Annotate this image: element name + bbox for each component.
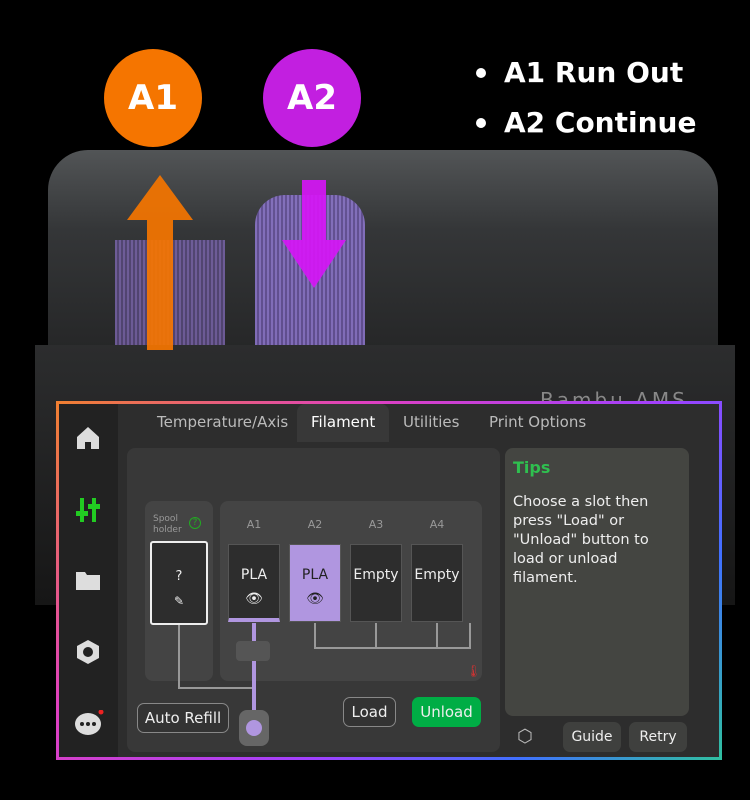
bullet-text: A1 Run Out <box>504 56 684 89</box>
home-icon[interactable] <box>74 424 102 452</box>
bullet-a1: A1 Run Out <box>476 56 683 89</box>
bullet-text: A2 Continue <box>504 106 697 139</box>
tab-filament[interactable]: Filament <box>297 404 390 442</box>
nozzle-icon[interactable]: ⬡ <box>517 726 533 747</box>
tab-temperature-axis[interactable]: Temperature/Axis <box>145 404 300 442</box>
chat-icon[interactable] <box>74 709 104 738</box>
sliders-icon[interactable] <box>74 496 102 524</box>
badge-a2: A2 <box>263 49 361 147</box>
hex-nut-icon[interactable] <box>74 638 102 666</box>
printer-screen: Temperature/Axis Filament Utilities Prin… <box>56 401 722 760</box>
tips-text: Choose a slot then press "Load" or "Unlo… <box>513 494 649 586</box>
filament-panel: Spool holder ? ? ✎ A1 A2 A3 A4 PLA 👁 PLA 👁… <box>127 448 500 752</box>
bullet-a2: A2 Continue <box>476 106 696 139</box>
down-arrow-icon <box>282 180 346 288</box>
retry-button[interactable]: Retry <box>629 722 687 752</box>
up-arrow-icon <box>127 175 193 350</box>
auto-refill-button[interactable]: Auto Refill <box>137 703 229 733</box>
tips-title: Tips <box>513 458 551 477</box>
tab-print-options[interactable]: Print Options <box>477 404 598 442</box>
guide-button[interactable]: Guide <box>563 722 621 752</box>
tab-utilities[interactable]: Utilities <box>391 404 471 442</box>
sidebar <box>59 404 118 757</box>
unload-button[interactable]: Unload <box>412 697 481 727</box>
load-button[interactable]: Load <box>343 697 396 727</box>
tips-panel: Tips Choose a slot then press "Load" or … <box>505 448 689 716</box>
badge-a1: A1 <box>104 49 202 147</box>
folder-icon[interactable] <box>74 566 102 594</box>
